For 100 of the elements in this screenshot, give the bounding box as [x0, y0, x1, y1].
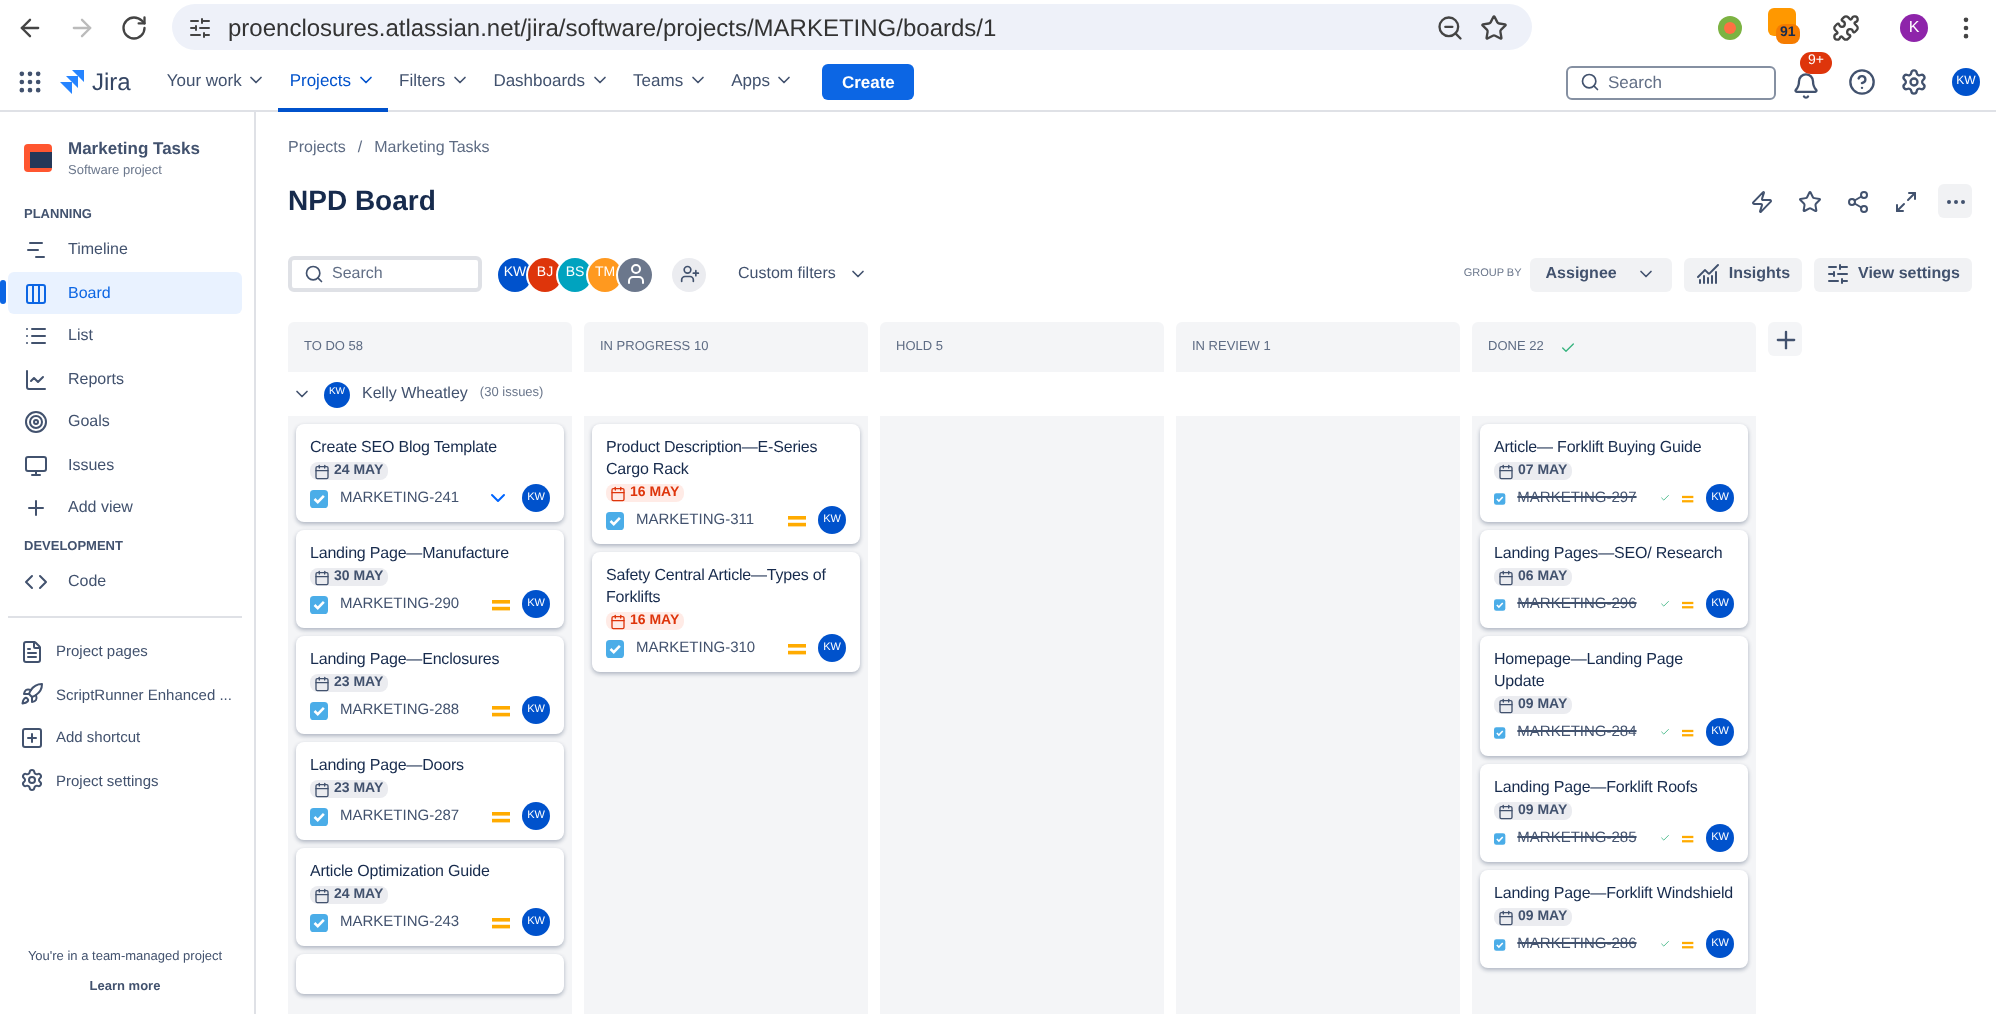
view-settings-button[interactable]: View settings — [1814, 257, 1972, 291]
breadcrumb-link[interactable]: Projects — [288, 136, 346, 160]
issue-title: Landing Page—Doors — [310, 754, 466, 776]
nav-menu[interactable]: Filters — [387, 53, 482, 111]
more-button[interactable] — [1938, 184, 1972, 218]
sidebar-item[interactable]: Goals — [8, 400, 242, 444]
sidebar-item[interactable]: Issues — [8, 443, 242, 487]
url-text: proenclosures.atlassian.net/jira/software/projects/MARKETING/boards/1 — [228, 11, 997, 45]
insights-button[interactable]: Insights — [1684, 257, 1803, 291]
issue-title: Landing Pages—SEO/ Research — [1494, 542, 1725, 564]
product-name[interactable]: Jira — [92, 64, 131, 100]
help-icon[interactable] — [1848, 68, 1876, 96]
task-icon — [1494, 723, 1506, 741]
calendar-icon — [1498, 697, 1514, 713]
swimlane-name: Kelly Wheatley — [362, 382, 468, 406]
nav-menu[interactable]: Apps — [719, 53, 806, 111]
sliders-icon — [1826, 262, 1851, 286]
board-title: NPD Board — [288, 182, 436, 220]
issue-title: Landing Page—Forklift Roofs — [1494, 776, 1700, 798]
nav-menu[interactable]: Projects — [277, 53, 388, 111]
search-field[interactable]: Search — [1566, 65, 1776, 99]
unassigned-avatar[interactable] — [618, 257, 652, 291]
task-icon — [1494, 829, 1506, 847]
task-icon — [1494, 935, 1506, 953]
fullscreen-icon[interactable] — [1894, 189, 1918, 213]
done-check-icon — [1660, 936, 1671, 952]
done-check-icon — [1559, 339, 1576, 355]
task-icon — [310, 595, 328, 613]
reload-icon[interactable] — [120, 13, 148, 41]
task-icon — [606, 639, 624, 657]
settings-icon — [20, 768, 44, 793]
done-check-icon — [1660, 596, 1671, 612]
task-icon — [310, 701, 328, 719]
sidebar-item[interactable]: Reports — [8, 357, 242, 401]
nav-menu[interactable]: Teams — [621, 53, 720, 111]
rocket-icon — [20, 682, 44, 707]
calendar-icon — [1498, 803, 1514, 819]
issue-title: Landing Page—Enclosures — [310, 648, 502, 670]
chart-icon — [1696, 262, 1721, 286]
chart-icon — [24, 367, 48, 391]
back-icon[interactable] — [16, 13, 44, 41]
task-icon — [606, 511, 624, 529]
page-icon — [20, 639, 44, 664]
notifications-icon[interactable] — [1792, 72, 1820, 100]
sidebar-item[interactable]: Timeline — [8, 228, 242, 272]
sidebar-item[interactable]: Code — [8, 561, 242, 604]
plus-icon — [24, 496, 48, 520]
profile-avatar[interactable]: K — [1900, 13, 1928, 41]
nav-menu[interactable]: Dashboards — [481, 53, 622, 111]
nav-menu[interactable]: Your work — [154, 53, 278, 111]
create-button[interactable]: Create — [821, 64, 915, 100]
settings-icon[interactable] — [1900, 68, 1928, 96]
group-by-dropdown[interactable]: Assignee — [1529, 257, 1673, 291]
add-column-button[interactable] — [1768, 322, 1802, 356]
calendar-icon — [314, 569, 330, 585]
add-people-button[interactable] — [672, 257, 706, 291]
calendar-icon — [314, 675, 330, 691]
address-bar[interactable]: proenclosures.atlassian.net/jira/software/projects/MARKETING/boards/1 — [172, 4, 1532, 50]
calendar-icon — [610, 613, 626, 629]
calendar-icon — [1498, 463, 1514, 479]
issue-title: Landing Page—Manufacture — [310, 542, 511, 564]
search-icon — [1580, 72, 1600, 92]
issue-title: Safety Central Article—Types of Forklifts — [606, 564, 828, 608]
task-icon — [1494, 595, 1506, 613]
automation-icon[interactable] — [1750, 189, 1774, 213]
target-icon — [24, 410, 48, 434]
project-logo-icon — [24, 144, 52, 173]
add-shortcut-icon — [20, 725, 44, 750]
task-icon — [1494, 489, 1506, 507]
issue-title: Landing Page—Forklift Windshield — [1494, 882, 1734, 904]
jira-logo-icon[interactable] — [60, 70, 84, 94]
task-icon — [310, 489, 328, 507]
issue-title: Create SEO Blog Template — [310, 436, 500, 458]
timeline-icon — [24, 238, 48, 262]
custom-filters-button[interactable]: Custom filters — [730, 262, 876, 286]
star-icon[interactable] — [1798, 189, 1822, 213]
calendar-icon — [314, 887, 330, 903]
user-icon — [623, 262, 647, 286]
sidebar-item[interactable]: Add view — [8, 486, 242, 530]
calendar-icon — [610, 485, 626, 501]
issue-title: Article— Forklift Buying Guide — [1494, 436, 1704, 458]
site-settings-icon[interactable] — [188, 15, 212, 39]
breadcrumb-separator: / — [357, 136, 363, 160]
board-search-field[interactable]: Search — [288, 256, 482, 292]
app-switcher-icon[interactable] — [16, 68, 44, 96]
done-check-icon — [1660, 724, 1671, 740]
share-icon[interactable] — [1846, 189, 1870, 213]
zoom-icon[interactable] — [1436, 13, 1464, 41]
sidebar-item[interactable]: List — [8, 314, 242, 358]
calendar-icon — [314, 781, 330, 797]
plus-icon — [1771, 325, 1799, 353]
monitor-icon — [24, 453, 48, 477]
calendar-icon — [1498, 909, 1514, 925]
project-name[interactable]: Marketing Tasks — [68, 136, 200, 162]
extensions-icon[interactable] — [1832, 13, 1860, 41]
breadcrumb-link[interactable]: Marketing Tasks — [374, 136, 490, 160]
calendar-icon — [314, 463, 330, 479]
code-icon — [24, 570, 48, 595]
issue-title: Article Optimization Guide — [310, 860, 492, 882]
star-icon[interactable] — [1480, 13, 1508, 41]
